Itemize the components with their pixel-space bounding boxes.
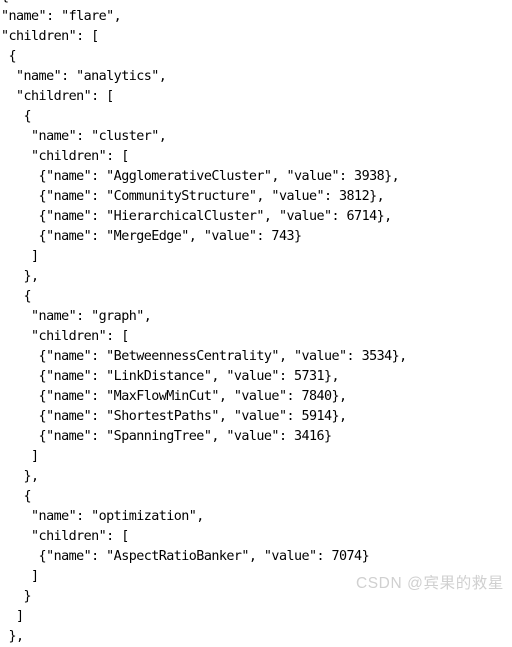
code-line: {"name": "MaxFlowMinCut", "value": 7840}… bbox=[1, 389, 348, 404]
code-line: ] bbox=[1, 569, 39, 584]
code-line: { bbox=[1, 289, 32, 304]
code-line: { bbox=[1, 49, 17, 64]
code-line: {"name": "CommunityStructure", "value": … bbox=[1, 189, 385, 204]
code-line: ] bbox=[1, 449, 39, 464]
code-line: "children": [ bbox=[1, 149, 129, 164]
code-line: {"name": "HierarchicalCluster", "value":… bbox=[1, 209, 393, 224]
code-line: ] bbox=[1, 609, 24, 624]
code-line: {"name": "AspectRatioBanker", "value": 7… bbox=[1, 549, 370, 564]
code-line: "name": "graph", bbox=[1, 309, 152, 324]
code-line: "children": [ bbox=[1, 529, 129, 544]
code-line: {"name": "ShortestPaths", "value": 5914}… bbox=[1, 409, 348, 424]
code-line: { bbox=[1, 109, 32, 124]
code-line: }, bbox=[1, 469, 40, 484]
code-line: "children": [ bbox=[1, 329, 129, 344]
code-line: "name": "cluster", bbox=[1, 129, 167, 144]
code-line: ] bbox=[1, 249, 39, 264]
code-line: {"name": "BetweennessCentrality", "value… bbox=[1, 349, 408, 364]
code-line: }, bbox=[1, 629, 25, 644]
code-line: {"name": "AgglomerativeCluster", "value"… bbox=[1, 169, 400, 184]
code-line: } bbox=[1, 589, 32, 604]
code-line: {"name": "MergeEdge", "value": 743} bbox=[1, 229, 302, 244]
code-listing: { "name": "flare", "children": [ { "name":… bbox=[0, 0, 512, 647]
code-line: {"name": "LinkDistance", "value": 5731}, bbox=[1, 369, 340, 384]
code-line: "name": "flare", bbox=[1, 9, 122, 24]
code-line: "name": "optimization", bbox=[1, 509, 204, 524]
code-line: {"name": "SpanningTree", "value": 3416} bbox=[1, 429, 333, 444]
code-line: }, bbox=[1, 269, 40, 284]
code-line: "children": [ bbox=[1, 29, 99, 44]
code-line: "name": "analytics", bbox=[1, 69, 167, 84]
code-line: { bbox=[1, 489, 32, 504]
code-line: "children": [ bbox=[1, 89, 114, 104]
code-line: { bbox=[0, 0, 512, 7]
